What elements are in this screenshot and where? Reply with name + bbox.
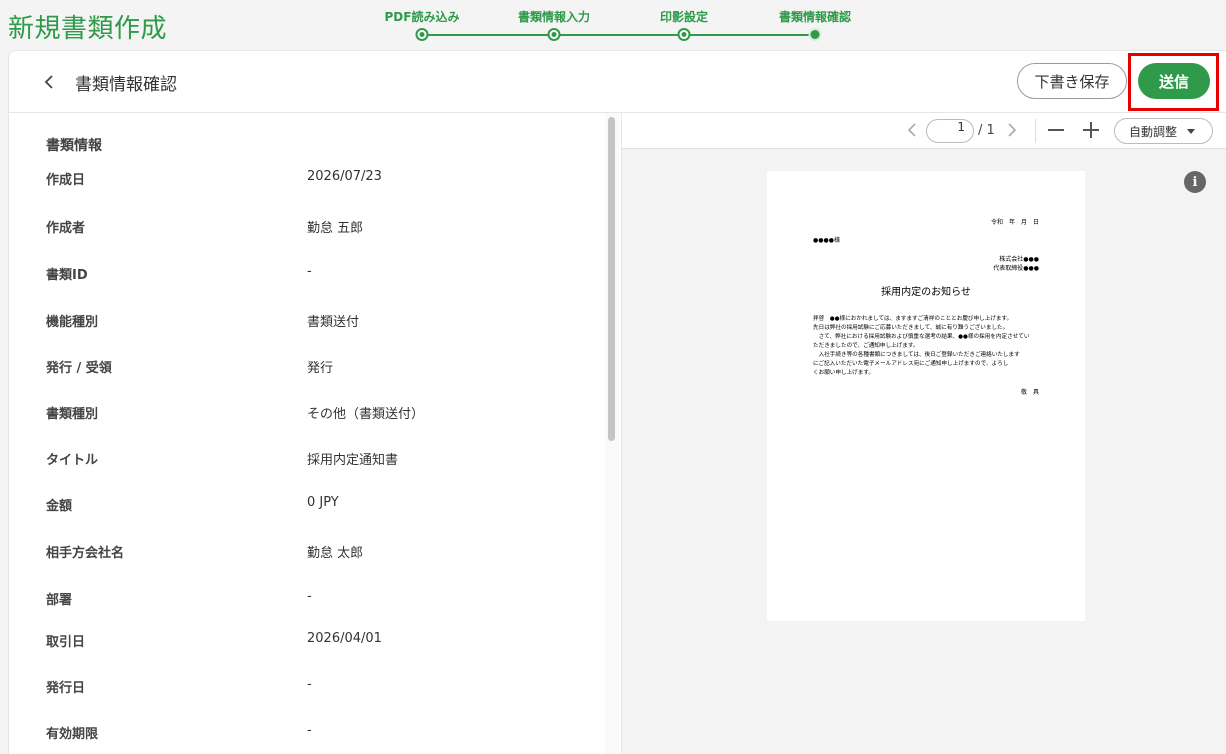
pdf-viewer[interactable]: 1 / 1 自動調整 i 令和 年 月 日 ●●●●様 株式会社●●● 代表取締… <box>621 113 1226 754</box>
field-value: 0 JPY <box>307 495 339 510</box>
field-value: 2026/04/01 <box>307 631 382 646</box>
info-icon[interactable]: i <box>1184 171 1206 193</box>
send-button[interactable]: 送信 <box>1138 63 1210 99</box>
app-title: 新規書類作成 <box>8 14 168 44</box>
zoom-out-button[interactable] <box>1045 119 1067 141</box>
zoom-select-label: 自動調整 <box>1129 124 1178 139</box>
field-value: 2026/07/23 <box>307 169 382 184</box>
doc-body: 拝啓 ●●様におかれましては、ますますご清祥のこととお慶び申し上げます。 先日は… <box>813 315 1043 378</box>
step-check-icon <box>547 28 561 41</box>
field-label: 発行 / 受領 <box>46 361 112 376</box>
field-label: 相手方会社名 <box>46 546 125 561</box>
field-label: 金額 <box>46 499 73 514</box>
step-check-icon <box>415 28 429 41</box>
field-value: 書類送付 <box>307 315 360 330</box>
field-label: 機能種別 <box>46 315 99 330</box>
document-page-preview: 令和 年 月 日 ●●●●様 株式会社●●● 代表取締役●●● 採用内定のお知ら… <box>767 171 1085 621</box>
progress-stepper: PDF読み込み 書類情報入力 印影設定 書類情報確認 <box>380 6 860 46</box>
field-label: 発行日 <box>46 681 86 696</box>
field-value: 採用内定通知書 <box>307 453 399 468</box>
field-label: 取引日 <box>46 635 86 650</box>
save-draft-button[interactable]: 下書き保存 <box>1017 63 1127 99</box>
step-label-pdf-import: PDF読み込み <box>384 10 460 24</box>
doc-recipient: ●●●●様 <box>813 237 840 244</box>
field-label: 書類種別 <box>46 407 99 422</box>
field-value: 勤怠 太郎 <box>307 546 364 561</box>
doc-body-line: 入社手続き等の各種書類につきましては、後日ご登録いただきご連絡いたします <box>813 352 1020 358</box>
viewer-toolbar: 1 / 1 自動調整 <box>622 113 1226 149</box>
field-value: - <box>307 589 312 604</box>
field-value: その他（書類送付） <box>307 407 425 422</box>
zoom-select[interactable]: 自動調整 <box>1114 118 1213 144</box>
field-label: 作成日 <box>46 173 86 188</box>
back-button[interactable] <box>37 67 61 97</box>
step-current-icon <box>810 30 820 39</box>
page-number-input[interactable]: 1 <box>926 119 974 143</box>
step-label-document-info-confirm: 書類情報確認 <box>778 10 852 24</box>
field-label: 書類ID <box>46 268 88 283</box>
chevron-right-icon <box>1008 123 1016 137</box>
step-check-icon <box>677 28 691 41</box>
caret-down-icon <box>1187 128 1196 134</box>
plus-icon <box>1083 122 1099 138</box>
info-scrollbar-thumb[interactable] <box>608 117 615 441</box>
field-value: - <box>307 264 312 279</box>
zoom-in-button[interactable] <box>1080 119 1102 141</box>
doc-date-line: 令和 年 月 日 <box>990 219 1039 226</box>
chevron-left-icon <box>908 123 916 137</box>
doc-title: 採用内定のお知らせ <box>881 287 971 298</box>
stepper-line <box>422 34 815 36</box>
doc-body-line: 拝啓 ●●様におかれましては、ますますご清祥のこととお慶び申し上げます。 <box>813 316 1013 322</box>
chevron-left-icon <box>44 75 53 89</box>
doc-body-line: ただきましたので、ご通知申し上げます。 <box>813 343 919 349</box>
minus-icon <box>1048 129 1064 131</box>
step-label-document-info-input: 書類情報入力 <box>517 10 591 24</box>
step-label-seal-settings: 印影設定 <box>659 10 709 24</box>
section-title: 書類情報 <box>46 138 102 154</box>
document-info-panel[interactable]: 書類情報 作成日 2026/07/23 作成者 勤怠 五郎 書類ID - 機能種… <box>9 113 609 754</box>
doc-representative: 代表取締役●●● <box>993 265 1039 272</box>
field-value: - <box>307 677 312 692</box>
doc-body-line: くお願い申し上げます。 <box>813 370 874 376</box>
page-title: 書類情報確認 <box>75 75 177 95</box>
field-label: 有効期限 <box>46 727 99 742</box>
field-value: 勤怠 五郎 <box>307 221 364 236</box>
prev-page-button[interactable] <box>901 119 923 141</box>
toolbar-divider <box>1035 119 1036 143</box>
card-header: 書類情報確認 下書き保存 送信 <box>9 51 1226 113</box>
doc-body-line: 先日は弊社の採用試験にご応募いただきまして、誠に有り難うございました。 <box>813 325 1009 331</box>
field-label: 作成者 <box>46 221 86 236</box>
doc-body-line: にご記入いただいた電子メールアドレス宛にご通知申し上げますので、よろし <box>813 361 1009 367</box>
field-label: 部署 <box>46 593 73 608</box>
doc-company: 株式会社●●● <box>999 256 1039 263</box>
field-label: タイトル <box>46 453 99 468</box>
field-value: - <box>307 723 312 738</box>
doc-closing: 敬 具 <box>1020 389 1039 396</box>
page-total: / 1 <box>978 123 995 138</box>
field-value: 発行 <box>307 361 334 376</box>
main-card: 書類情報確認 下書き保存 送信 書類情報 作成日 2026/07/23 作成者 … <box>8 50 1226 754</box>
next-page-button[interactable] <box>1001 119 1023 141</box>
doc-body-line: さて、弊社における採用試験および慎重な選考の結果、●●様の採用を内定させてい <box>813 334 1030 340</box>
